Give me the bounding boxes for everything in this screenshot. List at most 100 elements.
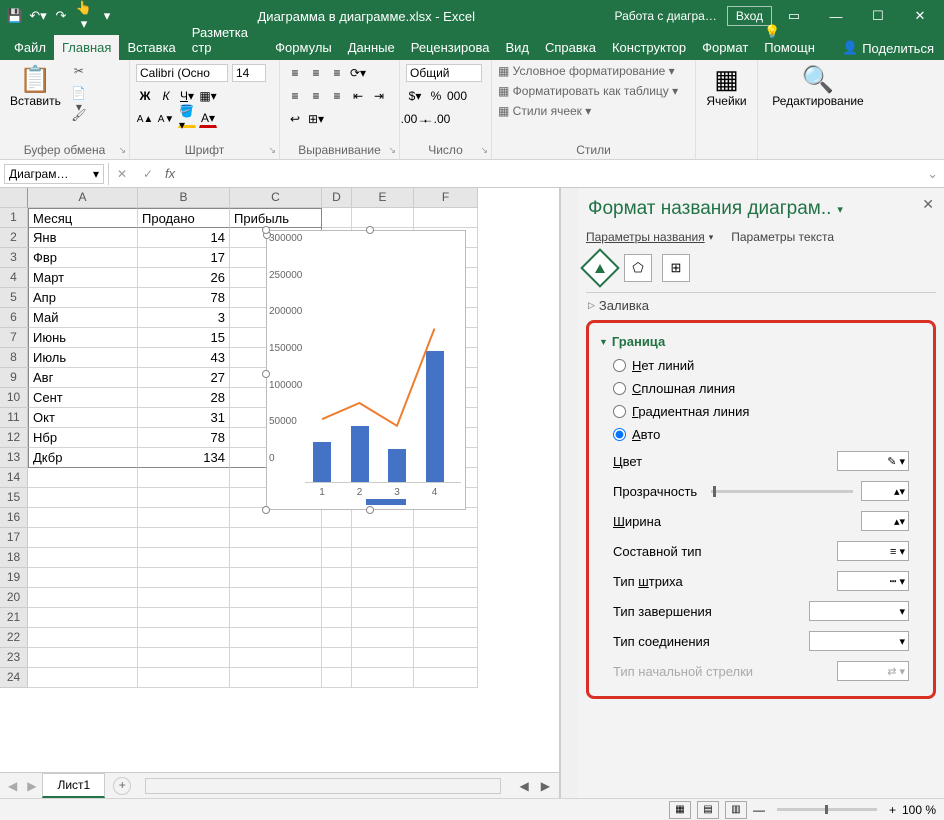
tab-help[interactable]: Справка <box>537 35 604 60</box>
cell[interactable] <box>322 508 352 528</box>
cell[interactable]: Март <box>28 268 138 288</box>
cell[interactable] <box>322 528 352 548</box>
row-header[interactable]: 7 <box>0 328 28 348</box>
cell[interactable]: Сент <box>28 388 138 408</box>
currency-icon[interactable]: $▾ <box>406 87 424 105</box>
merge-cells-icon[interactable]: ⊞▾ <box>307 110 325 128</box>
touch-icon[interactable]: 👆▾ <box>73 0 95 36</box>
cell[interactable] <box>352 568 414 588</box>
cell[interactable] <box>352 608 414 628</box>
cell[interactable]: Фвр <box>28 248 138 268</box>
fill-color-icon[interactable]: 🪣▾ <box>178 110 196 128</box>
tab-home[interactable]: Главная <box>54 35 119 60</box>
hscroll-right-icon[interactable]: ▶ <box>536 779 555 793</box>
cell[interactable] <box>352 668 414 688</box>
tab-view[interactable]: Вид <box>497 35 537 60</box>
underline-icon[interactable]: Ч▾ <box>178 87 196 105</box>
accept-formula-icon[interactable]: ✓ <box>135 163 161 185</box>
cell[interactable] <box>352 508 414 528</box>
tab-layout[interactable]: Разметка стр <box>184 20 267 60</box>
align-dialog-icon[interactable]: ↘ <box>388 145 396 156</box>
copy-icon[interactable]: 📄▾ <box>69 86 89 104</box>
sheet-nav-first-icon[interactable]: ◀ <box>4 779 21 793</box>
cell[interactable]: 28 <box>138 388 230 408</box>
cell[interactable] <box>230 608 322 628</box>
cells-button[interactable]: ▦ Ячейки <box>702 64 751 110</box>
cell[interactable] <box>414 628 478 648</box>
tab-review[interactable]: Рецензирова <box>403 35 498 60</box>
row-header[interactable]: 23 <box>0 648 28 668</box>
wrap-text-icon[interactable]: ↩ <box>286 110 304 128</box>
cell[interactable] <box>322 668 352 688</box>
tab-format[interactable]: Формат <box>694 35 756 60</box>
cell[interactable]: Продано <box>138 208 230 228</box>
cell[interactable] <box>414 668 478 688</box>
row-header[interactable]: 5 <box>0 288 28 308</box>
cell[interactable] <box>28 508 138 528</box>
row-header[interactable]: 13 <box>0 448 28 468</box>
cell[interactable]: 31 <box>138 408 230 428</box>
dec-decimal-icon[interactable]: ←.00 <box>427 110 445 128</box>
row-header[interactable]: 6 <box>0 308 28 328</box>
cell[interactable] <box>230 588 322 608</box>
cell[interactable]: 78 <box>138 288 230 308</box>
row-header[interactable]: 18 <box>0 548 28 568</box>
cell[interactable] <box>230 508 322 528</box>
cell[interactable] <box>414 508 478 528</box>
cell[interactable] <box>230 528 322 548</box>
cell[interactable]: 26 <box>138 268 230 288</box>
cancel-formula-icon[interactable]: ✕ <box>109 163 135 185</box>
align-top-icon[interactable]: ≡ <box>286 64 304 82</box>
embedded-chart[interactable]: 0500001000001500002000002500003000001234 <box>266 230 466 510</box>
bold-icon[interactable]: Ж <box>136 87 154 105</box>
horizontal-scrollbar[interactable] <box>145 778 500 794</box>
row-header[interactable]: 4 <box>0 268 28 288</box>
fill-section[interactable]: ▷ Заливка <box>586 293 936 318</box>
cell[interactable] <box>352 628 414 648</box>
cell[interactable]: 134 <box>138 448 230 468</box>
border-section[interactable]: ▼ Граница <box>597 329 925 354</box>
cell[interactable] <box>322 648 352 668</box>
quick-access-more-icon[interactable]: ▾ <box>96 4 118 28</box>
row-header[interactable]: 17 <box>0 528 28 548</box>
cell[interactable] <box>28 588 138 608</box>
tab-tellme[interactable]: 💡 Помощн <box>756 19 832 60</box>
row-header[interactable]: 1 <box>0 208 28 228</box>
italic-icon[interactable]: К <box>157 87 175 105</box>
border-icon[interactable]: ▦▾ <box>199 87 217 105</box>
vertical-scrollbar[interactable] <box>560 188 578 798</box>
radio-no-line[interactable] <box>613 359 626 372</box>
tab-insert[interactable]: Вставка <box>119 35 183 60</box>
maximize-button[interactable]: ☐ <box>858 0 898 32</box>
sheet-nav-prev-icon[interactable]: ▶ <box>23 779 40 793</box>
radio-solid-line[interactable] <box>613 382 626 395</box>
cell[interactable]: Июль <box>28 348 138 368</box>
row-header[interactable]: 20 <box>0 588 28 608</box>
cut-icon[interactable]: ✂ <box>69 64 89 82</box>
cell[interactable] <box>28 468 138 488</box>
row-header[interactable]: 10 <box>0 388 28 408</box>
align-center-icon[interactable]: ≡ <box>307 87 325 105</box>
col-header[interactable]: F <box>414 188 478 208</box>
cell[interactable] <box>28 608 138 628</box>
cell[interactable]: 17 <box>138 248 230 268</box>
row-header[interactable]: 22 <box>0 628 28 648</box>
number-format-combo[interactable] <box>406 64 482 82</box>
row-header[interactable]: 14 <box>0 468 28 488</box>
cell[interactable] <box>138 608 230 628</box>
col-header[interactable]: C <box>230 188 322 208</box>
cell[interactable] <box>138 488 230 508</box>
tab-designer[interactable]: Конструктор <box>604 35 694 60</box>
cell[interactable] <box>138 528 230 548</box>
sheet-tab[interactable]: Лист1 <box>42 773 105 798</box>
cell[interactable] <box>28 648 138 668</box>
cell[interactable]: 43 <box>138 348 230 368</box>
format-as-table-button[interactable]: ▦ Форматировать как таблицу ▾ <box>498 84 689 98</box>
cell[interactable] <box>138 588 230 608</box>
paste-button[interactable]: 📋 Вставить <box>6 64 65 110</box>
cell[interactable] <box>28 488 138 508</box>
cell[interactable] <box>414 648 478 668</box>
color-picker[interactable]: ✎ ▾ <box>837 451 909 471</box>
row-header[interactable]: 24 <box>0 668 28 688</box>
cell[interactable]: Янв <box>28 228 138 248</box>
